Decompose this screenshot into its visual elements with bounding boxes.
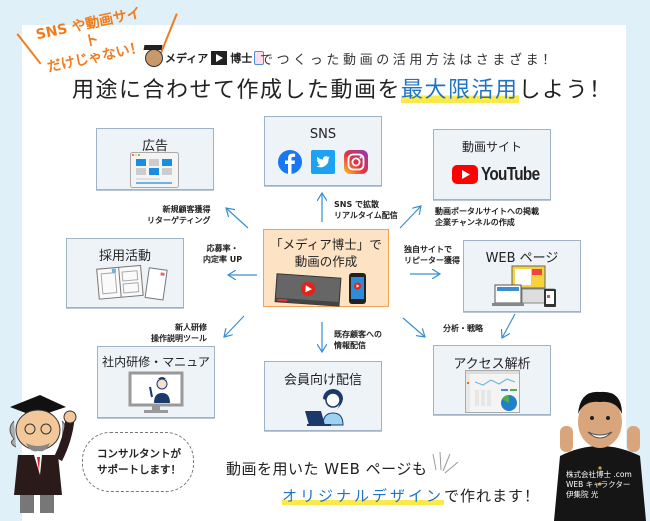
bubble-text: コンサルタントが サポートします！ xyxy=(97,448,181,476)
youtube-logo-text: YouTube xyxy=(481,164,540,184)
bottom-message-post: で作れます！ xyxy=(444,487,541,505)
label-video-site: 動画ポータルサイトへの掲載 企業チャンネルの作成 xyxy=(435,207,539,227)
twitter-icon xyxy=(311,150,335,174)
label-sns: SNS で拡散 リアルタイム配信 xyxy=(334,200,398,220)
character-photo xyxy=(554,391,646,521)
facebook-icon xyxy=(278,150,302,174)
monitor-presenter-icon xyxy=(128,371,184,413)
box-video-site: 動画サイト YouTube xyxy=(433,129,551,200)
center-line1: 「メディア博士」で xyxy=(270,237,382,252)
label-ad: 新規顧客獲得 リターゲティング xyxy=(147,205,211,225)
box-member: 会員向け配信 xyxy=(264,361,382,431)
video-player-icon xyxy=(274,273,342,307)
box-analytics: アクセス解析 xyxy=(433,345,551,415)
professor-character xyxy=(9,395,77,513)
character-caption: 株式会社博士 .com WEB キャラクター 伊集院 光 xyxy=(566,470,632,499)
box-training: 社内研修・マニュアル xyxy=(97,346,215,418)
label-analytics: 分析・戦略 xyxy=(443,324,483,333)
label-recruit: 応募率・ 内定率 UP xyxy=(203,244,243,264)
arrow-to-ad xyxy=(226,208,249,229)
box-sns-title: SNS xyxy=(309,127,337,142)
laptop-user-icon xyxy=(305,389,344,426)
instagram-icon xyxy=(344,150,368,174)
sparkle-lines-icon xyxy=(432,452,459,474)
box-sns: SNS xyxy=(264,116,382,186)
box-web: WEB ページ xyxy=(463,240,581,312)
arrow-to-video-site xyxy=(399,206,421,229)
arrow-web-to-analytics xyxy=(502,313,516,338)
box-ad: 広告 xyxy=(96,128,214,190)
center-line2: 動画の作成 xyxy=(294,254,358,269)
label-member: 既存顧客への 情報配信 xyxy=(334,330,382,350)
box-video-site-title: 動画サイト xyxy=(461,140,522,154)
center-box-video-creation: 「メディア博士」で 動画の作成 xyxy=(263,229,389,307)
arrow-to-analytics xyxy=(402,317,425,337)
label-training: 新人研修 操作説明ツール xyxy=(151,323,207,343)
center-title: 「メディア博士」で 動画の作成 xyxy=(264,236,388,270)
bottom-message-line2: オリジナルデザインで作れます！ xyxy=(282,485,540,506)
youtube-logo: YouTube xyxy=(452,164,550,185)
smartphone-icon xyxy=(349,273,366,304)
label-web: 独自サイトで リピーター獲得 xyxy=(404,245,460,265)
bottom-message-highlight: オリジナルデザイン xyxy=(282,487,445,505)
ad-layout-icon xyxy=(130,152,179,188)
speech-bubble: コンサルタントが サポートします！ xyxy=(82,432,194,492)
box-recruit: 採用活動 xyxy=(66,238,184,308)
analytics-dashboard-icon xyxy=(465,370,520,413)
arrow-to-training xyxy=(224,315,245,337)
youtube-play-icon xyxy=(452,165,478,184)
devices-icon xyxy=(492,265,556,307)
bottom-message-line1: 動画を用いた WEB ページも xyxy=(226,460,428,478)
box-recruit-title: 採用活動 xyxy=(98,249,151,264)
box-web-title: WEB ページ xyxy=(485,251,559,266)
box-member-title: 会員向け配信 xyxy=(283,373,362,388)
documents-icon xyxy=(96,264,168,301)
